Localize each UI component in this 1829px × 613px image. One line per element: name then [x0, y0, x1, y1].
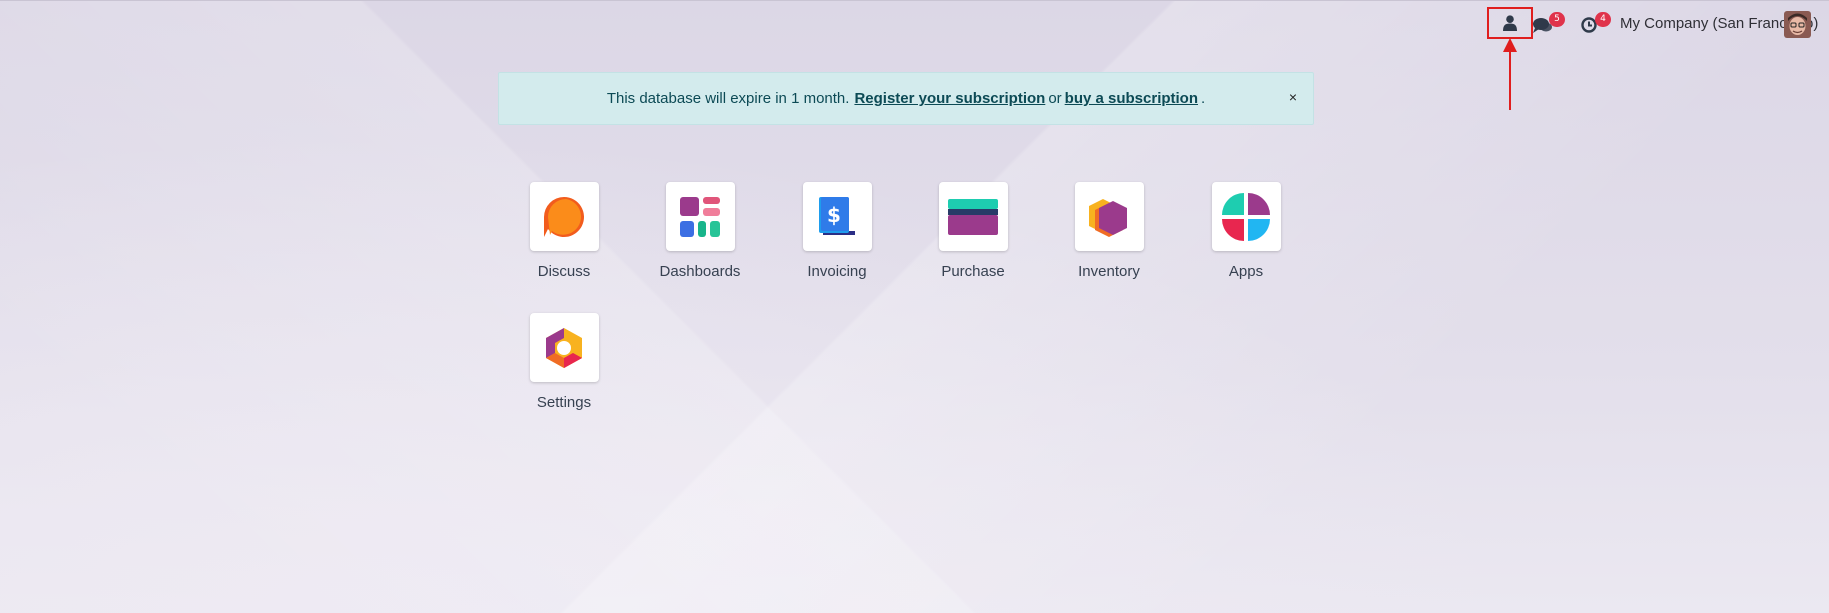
- app-purchase[interactable]: Purchase: [918, 182, 1028, 280]
- user-icon: [1503, 15, 1517, 31]
- app-label: Apps: [1228, 263, 1264, 280]
- app-label: Invoicing: [807, 263, 867, 280]
- buy-subscription-link[interactable]: buy a subscription: [1065, 90, 1198, 107]
- app-discuss[interactable]: Discuss: [509, 182, 619, 280]
- systray: 5 4 My Company (San Francisco): [1429, 0, 1829, 110]
- app-label: Dashboards: [659, 263, 741, 280]
- register-subscription-link[interactable]: Register your subscription: [854, 90, 1045, 107]
- discuss-icon: [529, 182, 599, 251]
- messages-count-badge: 5: [1549, 12, 1565, 27]
- subscription-banner: This database will expire in 1 month. Re…: [498, 72, 1314, 125]
- purchase-icon: [938, 182, 1008, 251]
- banner-or-text: or: [1048, 90, 1062, 107]
- banner-period: .: [1201, 90, 1206, 107]
- invoicing-icon: $: [802, 182, 872, 251]
- app-label: Settings: [536, 394, 592, 411]
- app-label: Inventory: [1078, 263, 1140, 280]
- app-settings[interactable]: Settings: [509, 313, 619, 411]
- app-label: Purchase: [941, 263, 1005, 280]
- settings-icon: [529, 313, 599, 382]
- svg-text:$: $: [827, 203, 841, 227]
- activities-button[interactable]: 4: [1575, 12, 1611, 38]
- messages-button[interactable]: 5: [1529, 12, 1565, 38]
- app-invoicing[interactable]: $ Invoicing: [782, 182, 892, 280]
- inventory-icon: [1074, 182, 1144, 251]
- apps-icon: [1211, 182, 1281, 251]
- app-inventory[interactable]: Inventory: [1054, 182, 1164, 280]
- banner-text: This database will expire in 1 month.: [606, 90, 850, 107]
- app-apps[interactable]: Apps: [1191, 182, 1301, 280]
- annotation-arrow: [1509, 48, 1511, 110]
- activities-count-badge: 4: [1595, 12, 1611, 27]
- app-dashboards[interactable]: Dashboards: [645, 182, 755, 280]
- app-label: Discuss: [537, 263, 591, 280]
- avatar[interactable]: [1784, 11, 1811, 38]
- dashboards-icon: [665, 182, 735, 251]
- user-switch-button[interactable]: [1487, 7, 1533, 39]
- close-icon[interactable]: ×: [1289, 89, 1297, 105]
- user-avatar-icon: [1784, 11, 1811, 38]
